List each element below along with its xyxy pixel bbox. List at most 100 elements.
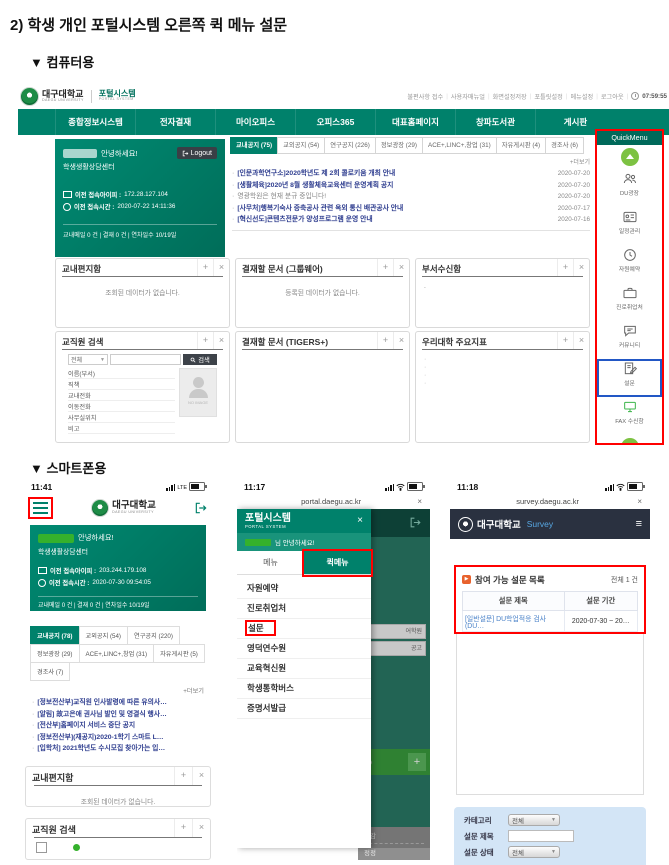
tab-info-plaza[interactable]: 정보광장 (29)	[375, 137, 423, 154]
quickmenu-item-survey-annotation[interactable]: 설문	[597, 359, 662, 397]
notice-title[interactable]: [인문과학연구소]2020학년도 제 2회 콜로키움 개최 안내	[237, 168, 551, 180]
menu-item-commuter-bus[interactable]: 학생통학버스	[237, 679, 371, 699]
notice-row[interactable]: ·영광학원은 현재 분규 중입니다!2020-07-20	[232, 191, 590, 203]
widget-close-button[interactable]: ×	[393, 332, 409, 349]
tab-family-events[interactable]: 경조사 (7)	[30, 662, 70, 681]
category-select[interactable]: 전체▼	[508, 814, 560, 826]
util-link-portlet[interactable]: 포틀릿설정	[534, 92, 562, 101]
checkbox-icon[interactable]	[36, 842, 47, 853]
menu-item-yeongdeok-center[interactable]: 영덕연수원	[237, 639, 371, 659]
hamburger-icon[interactable]: ≡	[636, 518, 642, 530]
notice-title[interactable]: [전산부]홈페이지 서비스 중단 공지	[37, 720, 204, 732]
staff-search-select[interactable]: 전체▼	[68, 354, 108, 365]
widget-close-button[interactable]: ×	[213, 332, 229, 349]
tab-info-plaza[interactable]: 정보광장 (29)	[30, 644, 80, 663]
tab-menu[interactable]: 메뉴	[237, 551, 304, 575]
survey-link[interactable]: [일반설문] DU학업적응 검사(DU…	[463, 611, 565, 632]
widget-close-button[interactable]: ×	[393, 259, 409, 276]
tab-campus-notice[interactable]: 교내공지 (78)	[30, 626, 80, 645]
util-link-menu-setting[interactable]: 메뉴설정	[570, 92, 593, 101]
nav-item-my-office[interactable]: 마이오피스	[215, 109, 295, 135]
notice-row[interactable]: ·[입학처] 2021학년도 수시모집 찾아가는 입…	[32, 743, 204, 755]
notice-title[interactable]: 영광학원은 현재 분규 중입니다!	[237, 191, 551, 203]
nav-item-integrated-info[interactable]: 종합정보시스템	[55, 109, 135, 135]
widget-add-button[interactable]: +	[197, 332, 213, 349]
nav-item-e-approval[interactable]: 전자결재	[135, 109, 215, 135]
widget-close-button[interactable]: ×	[573, 332, 589, 349]
nav-item-library[interactable]: 창파도서관	[455, 109, 535, 135]
widget-add-button[interactable]: +	[174, 819, 192, 837]
notice-row[interactable]: ·[인문과학연구소]2020학년도 제 2회 콜로키움 개최 안내2020-07…	[232, 168, 590, 180]
widget-close-button[interactable]: ×	[213, 259, 229, 276]
notice-title[interactable]: [정보전산부]교직원 인사발령에 따른 유의사…	[37, 697, 204, 709]
tab-quickmenu-annotation[interactable]: 퀵메뉴	[304, 551, 371, 575]
quickmenu-item-schedule[interactable]: 일정관리	[597, 207, 662, 245]
notice-row[interactable]: ·[알림] 故고은애 권사님 발인 및 영결식 행사…	[32, 709, 204, 721]
widget-close-button[interactable]: ×	[192, 819, 210, 837]
notice-title[interactable]: [정보전산부](재공지)2020-1학기 스마트 L…	[37, 732, 204, 744]
quickmenu-scroll-up-button[interactable]	[621, 148, 639, 166]
menu-item-certificate-issue[interactable]: 증명서발급	[237, 699, 371, 719]
util-link-save-screen[interactable]: 화면설정저장	[493, 92, 527, 101]
logout-button[interactable]: Logout	[177, 147, 217, 159]
staff-search-button[interactable]: 검색	[183, 354, 217, 365]
menu-item-resource-reservation[interactable]: 자원예약	[237, 579, 371, 599]
tab-free-board[interactable]: 자유게시판 (4)	[496, 137, 546, 154]
tab-ace-linc[interactable]: ACE+,LINC+,창업 (31)	[422, 137, 497, 154]
widget-close-button[interactable]: ×	[573, 259, 589, 276]
staff-search-input[interactable]	[110, 354, 181, 365]
notice-title[interactable]: [생활체육]2020년 8월 생활체육교육센터 운영계획 공지	[237, 180, 551, 192]
util-link-manual[interactable]: 사용자매뉴얼	[451, 92, 485, 101]
quickmenu-item-career-office[interactable]: 진로취업처	[597, 283, 662, 321]
notice-row[interactable]: ·[정보전산부]교직원 인사발령에 따른 유의사…	[32, 697, 204, 709]
browser-url-bar[interactable]: portal.daegu.ac.kr ×	[237, 493, 430, 509]
widget-close-button[interactable]: ×	[192, 767, 210, 785]
tab-ace-linc[interactable]: ACE+,LINC+,창업 (31)	[79, 644, 155, 663]
tab-research-notice[interactable]: 연구공지 (220)	[127, 626, 180, 645]
hamburger-menu-annotation[interactable]	[28, 497, 53, 519]
notice-title[interactable]: [사무처]행복기숙사 증축공사 관련 옥외 통신 배관공사 안내	[237, 203, 551, 215]
util-link-feedback[interactable]: 불편사항 접수	[407, 92, 443, 101]
browser-url-bar[interactable]: survey.daegu.ac.kr ×	[450, 493, 650, 509]
menu-item-education-innovation[interactable]: 교육혁신원	[237, 659, 371, 679]
util-link-logout[interactable]: 로그아웃	[601, 92, 624, 101]
more-link[interactable]: +더보기	[232, 157, 590, 166]
tab-free-board[interactable]: 자유게시판 (5)	[153, 644, 205, 663]
survey-status-select[interactable]: 전체▼	[508, 846, 560, 858]
notice-row[interactable]: ·[전산부]홈페이지 서비스 중단 공지	[32, 720, 204, 732]
survey-row[interactable]: [일반설문] DU학업적응 검사(DU… 2020-07-30 ~ 20…	[463, 611, 638, 632]
widget-add-button[interactable]: +	[557, 332, 573, 349]
tab-research-notice[interactable]: 연구공지 (226)	[324, 137, 376, 154]
widget-add-button[interactable]: +	[197, 259, 213, 276]
notice-title[interactable]: [알림] 故고은애 권사님 발인 및 영결식 행사…	[37, 709, 204, 721]
tab-external-notice[interactable]: 교외공지 (54)	[277, 137, 325, 154]
widget-add-button[interactable]: +	[377, 332, 393, 349]
tab-family-events[interactable]: 경조사 (6)	[545, 137, 584, 154]
quickmenu-item-resource-reservation[interactable]: 자원예약	[597, 245, 662, 283]
logout-icon[interactable]	[194, 501, 208, 515]
notice-title[interactable]: [혁신선도]콘텐츠전문가 양성프로그램 운영 안내	[237, 214, 551, 226]
close-icon[interactable]: ×	[637, 497, 642, 506]
quickmenu-item-fax-inbox[interactable]: FAX 수신함	[597, 397, 662, 435]
notice-row[interactable]: ·[정보전산부](재공지)2020-1학기 스마트 L…	[32, 732, 204, 744]
nav-item-homepage[interactable]: 대표홈페이지	[375, 109, 455, 135]
close-icon[interactable]: ×	[357, 516, 363, 526]
widget-add-button[interactable]: +	[174, 767, 192, 785]
menu-item-career-office[interactable]: 진로취업처	[237, 599, 371, 619]
widget-add-button[interactable]: +	[377, 259, 393, 276]
close-icon[interactable]: ×	[417, 497, 422, 506]
more-link[interactable]: +더보기	[32, 686, 204, 695]
nav-item-office365[interactable]: 오피스365	[295, 109, 375, 135]
quickmenu-scroll-down-button[interactable]	[621, 438, 639, 445]
survey-title-input[interactable]	[508, 830, 574, 842]
menu-item-survey-annotation[interactable]: 설문	[237, 619, 371, 639]
tab-campus-notice[interactable]: 교내공지 (75)	[230, 137, 278, 154]
notice-row[interactable]: ·[혁신선도]콘텐츠전문가 양성프로그램 운영 안내2020-07-16	[232, 214, 590, 226]
notice-row[interactable]: ·[생활체육]2020년 8월 생활체육교육센터 운영계획 공지2020-07-…	[232, 180, 590, 192]
quickmenu-item-community[interactable]: 커뮤니티	[597, 321, 662, 359]
tab-external-notice[interactable]: 교외공지 (54)	[79, 626, 129, 645]
widget-add-button[interactable]: +	[557, 259, 573, 276]
quickmenu-item-du-plaza[interactable]: DU광장	[597, 169, 662, 207]
notice-title[interactable]: [입학처] 2021학년도 수시모집 찾아가는 입…	[37, 743, 204, 755]
notice-row[interactable]: ·[사무처]행복기숙사 증축공사 관련 옥외 통신 배관공사 안내2020-07…	[232, 203, 590, 215]
